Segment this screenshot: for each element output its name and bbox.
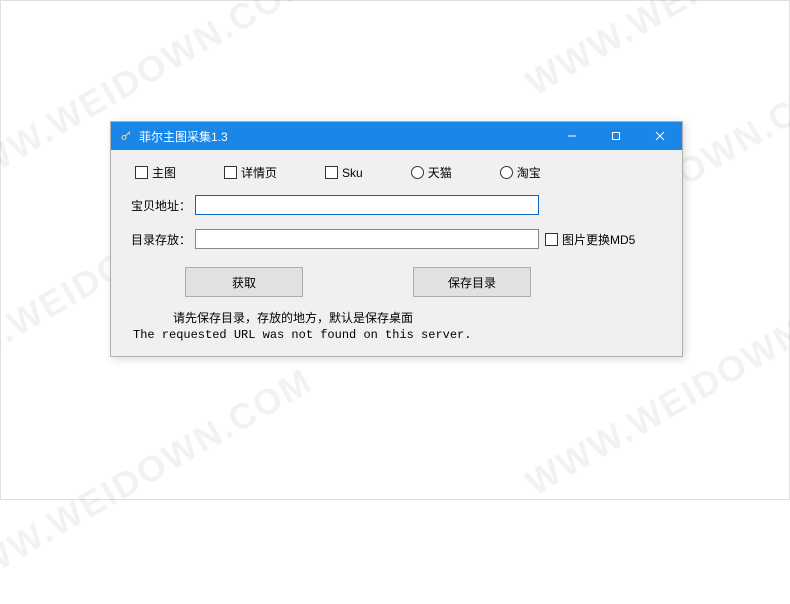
key-icon bbox=[119, 129, 133, 143]
checkbox-icon bbox=[325, 166, 338, 179]
checkbox-replace-md5[interactable]: 图片更换MD5 bbox=[545, 231, 635, 248]
checkbox-label: 主图 bbox=[152, 164, 176, 181]
checkbox-label: 图片更换MD5 bbox=[562, 231, 635, 248]
dir-row: 目录存放： 图片更换MD5 bbox=[125, 229, 668, 249]
url-label: 宝贝地址： bbox=[129, 197, 191, 214]
checkbox-icon bbox=[135, 166, 148, 179]
checkbox-label: Sku bbox=[342, 166, 363, 180]
maximize-button[interactable] bbox=[594, 122, 638, 150]
radio-icon bbox=[411, 166, 424, 179]
watermark: WWW.WEIDOWN.COM bbox=[518, 0, 790, 104]
dir-label: 目录存放： bbox=[129, 231, 191, 248]
dir-input[interactable] bbox=[195, 229, 539, 249]
fetch-button[interactable]: 获取 bbox=[185, 267, 303, 297]
checkbox-detail-page[interactable]: 详情页 bbox=[224, 164, 277, 181]
checkbox-icon bbox=[545, 233, 558, 246]
client-area: 主图 详情页 Sku 天猫 淘宝 宝贝地址： 目录存放： bbox=[111, 150, 682, 350]
radio-label: 淘宝 bbox=[517, 164, 541, 181]
error-text: The requested URL was not found on this … bbox=[125, 326, 668, 342]
window-title: 菲尔主图采集1.3 bbox=[139, 128, 550, 145]
window-controls bbox=[550, 122, 682, 150]
radio-icon bbox=[500, 166, 513, 179]
minimize-button[interactable] bbox=[550, 122, 594, 150]
radio-taobao[interactable]: 淘宝 bbox=[500, 164, 541, 181]
url-row: 宝贝地址： bbox=[125, 195, 668, 215]
url-input[interactable] bbox=[195, 195, 539, 215]
app-window: 菲尔主图采集1.3 主图 详情页 Sku bbox=[110, 121, 683, 357]
close-button[interactable] bbox=[638, 122, 682, 150]
save-dir-button[interactable]: 保存目录 bbox=[413, 267, 531, 297]
buttons-row: 获取 保存目录 bbox=[125, 263, 668, 307]
checkbox-main-image[interactable]: 主图 bbox=[135, 164, 176, 181]
checkbox-label: 详情页 bbox=[241, 164, 277, 181]
titlebar[interactable]: 菲尔主图采集1.3 bbox=[111, 122, 682, 150]
radio-tmall[interactable]: 天猫 bbox=[411, 164, 452, 181]
watermark: WWW.WEIDOWN.COM bbox=[0, 360, 320, 604]
options-row: 主图 详情页 Sku 天猫 淘宝 bbox=[125, 164, 668, 195]
radio-label: 天猫 bbox=[428, 164, 452, 181]
checkbox-icon bbox=[224, 166, 237, 179]
checkbox-sku[interactable]: Sku bbox=[325, 166, 363, 180]
hint-text: 请先保存目录，存放的地方，默认是保存桌面 bbox=[125, 307, 668, 326]
